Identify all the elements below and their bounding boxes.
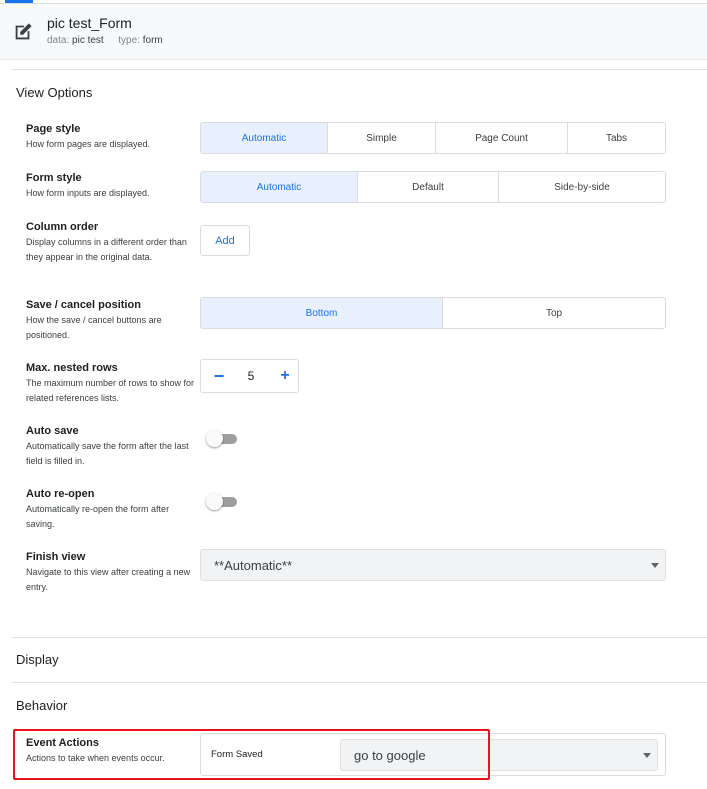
finish-view-label: Finish view Navigate to this view after … [26,550,196,594]
data-value: pic test [72,35,104,46]
caret-down-icon [651,563,659,568]
auto-reopen-label: Auto re-open Automatically re-open the f… [26,487,196,531]
type-value: form [142,35,163,46]
option-name: Finish view [26,551,86,563]
max-nested-rows-label: Max. nested rows The maximum number of r… [26,361,196,405]
edit-icon [15,23,32,40]
event-action-select[interactable]: go to google [340,739,658,771]
option-name: Form style [26,172,82,184]
max-nested-rows-stepper: − 5 + [200,359,299,393]
save-cancel-position-label: Save / cancel position How the save / ca… [26,298,196,342]
option-desc: The maximum number of rows to show for r… [26,378,195,403]
auto-reopen-toggle[interactable] [206,493,238,510]
form-style-side-by-side[interactable]: Side-by-side [499,172,665,202]
type-label: type: [118,35,140,46]
save-cancel-bottom[interactable]: Bottom [201,298,443,328]
section-display[interactable]: Display [16,652,59,667]
view-subtitle: data: pic test type: form [47,35,163,46]
divider [12,637,707,638]
view-title: pic test_Form [47,15,132,31]
section-behavior[interactable]: Behavior [16,698,67,713]
page-style-label: Page style How form pages are displayed. [26,122,196,152]
select-value: go to google [354,748,426,763]
increment-button[interactable]: + [275,366,295,386]
stepper-value[interactable]: 5 [237,369,265,383]
finish-view-select[interactable]: **Automatic** [200,549,666,581]
section-view-options[interactable]: View Options [16,85,92,100]
toggle-knob [206,493,223,510]
option-name: Save / cancel position [26,299,141,311]
decrement-button[interactable]: − [209,366,229,386]
event-actions-list: Form Saved go to google [200,733,666,776]
option-desc: Automatically save the form after the la… [26,441,189,466]
save-cancel-top[interactable]: Top [443,298,665,328]
page-style-selector: Automatic Simple Page Count Tabs [200,122,666,154]
page-style-tabs[interactable]: Tabs [568,123,665,153]
option-desc: How form inputs are displayed. [26,188,150,198]
auto-save-toggle[interactable] [206,430,238,447]
option-name: Event Actions [26,737,99,749]
option-desc: Actions to take when events occur. [26,753,165,763]
caret-down-icon [643,753,651,758]
option-name: Auto save [26,425,79,437]
event-actions-label: Event Actions Actions to take when event… [26,736,196,766]
option-desc: How form pages are displayed. [26,139,151,149]
event-name: Form Saved [211,749,263,760]
option-desc: Automatically re-open the form after sav… [26,504,170,529]
divider [12,682,707,683]
data-label: data: [47,35,70,46]
option-name: Auto re-open [26,488,95,500]
option-name: Column order [26,221,99,233]
option-desc: Navigate to this view after creating a n… [26,567,191,592]
column-order-label: Column order Display columns in a differ… [26,220,196,264]
option-name: Page style [26,123,81,135]
toggle-knob [206,430,223,447]
form-style-default[interactable]: Default [358,172,499,202]
divider [12,69,707,70]
select-value: **Automatic** [214,558,293,573]
option-name: Max. nested rows [26,362,118,374]
form-style-label: Form style How form inputs are displayed… [26,171,196,201]
form-style-selector: Automatic Default Side-by-side [200,171,666,203]
page-style-page-count[interactable]: Page Count [436,123,568,153]
page-style-simple[interactable]: Simple [328,123,436,153]
option-desc: Display columns in a different order tha… [26,237,187,262]
auto-save-label: Auto save Automatically save the form af… [26,424,196,468]
form-style-automatic[interactable]: Automatic [201,172,358,202]
option-desc: How the save / cancel buttons are positi… [26,315,162,340]
column-order-add-button[interactable]: Add [200,225,250,256]
page-style-automatic[interactable]: Automatic [201,123,328,153]
view-header: pic test_Form data: pic test type: form [0,4,707,60]
save-cancel-selector: Bottom Top [200,297,666,329]
